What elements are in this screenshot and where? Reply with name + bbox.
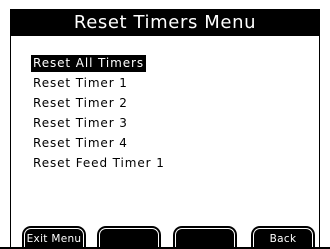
reset-timers-menu: Reset All Timers Reset Timer 1 Reset Tim… xyxy=(31,52,167,172)
softkey-3[interactable] xyxy=(173,226,237,249)
lcd-screen: Reset Timers Menu Reset All Timers Reset… xyxy=(0,0,330,249)
menu-item-reset-feed-timer-1[interactable]: Reset Feed Timer 1 xyxy=(31,156,167,170)
back-softkey[interactable]: Back xyxy=(251,226,315,249)
page-title: Reset Timers Menu xyxy=(10,9,320,36)
menu-item-reset-timer-2[interactable]: Reset Timer 2 xyxy=(31,96,130,110)
softkey-2[interactable] xyxy=(97,226,161,249)
menu-item-reset-all-timers[interactable]: Reset All Timers xyxy=(31,55,146,72)
menu-item-reset-timer-3[interactable]: Reset Timer 3 xyxy=(31,116,130,130)
exit-menu-softkey[interactable]: Exit Menu xyxy=(22,226,86,249)
menu-item-reset-timer-1[interactable]: Reset Timer 1 xyxy=(31,76,130,90)
menu-item-reset-timer-4[interactable]: Reset Timer 4 xyxy=(31,136,130,150)
